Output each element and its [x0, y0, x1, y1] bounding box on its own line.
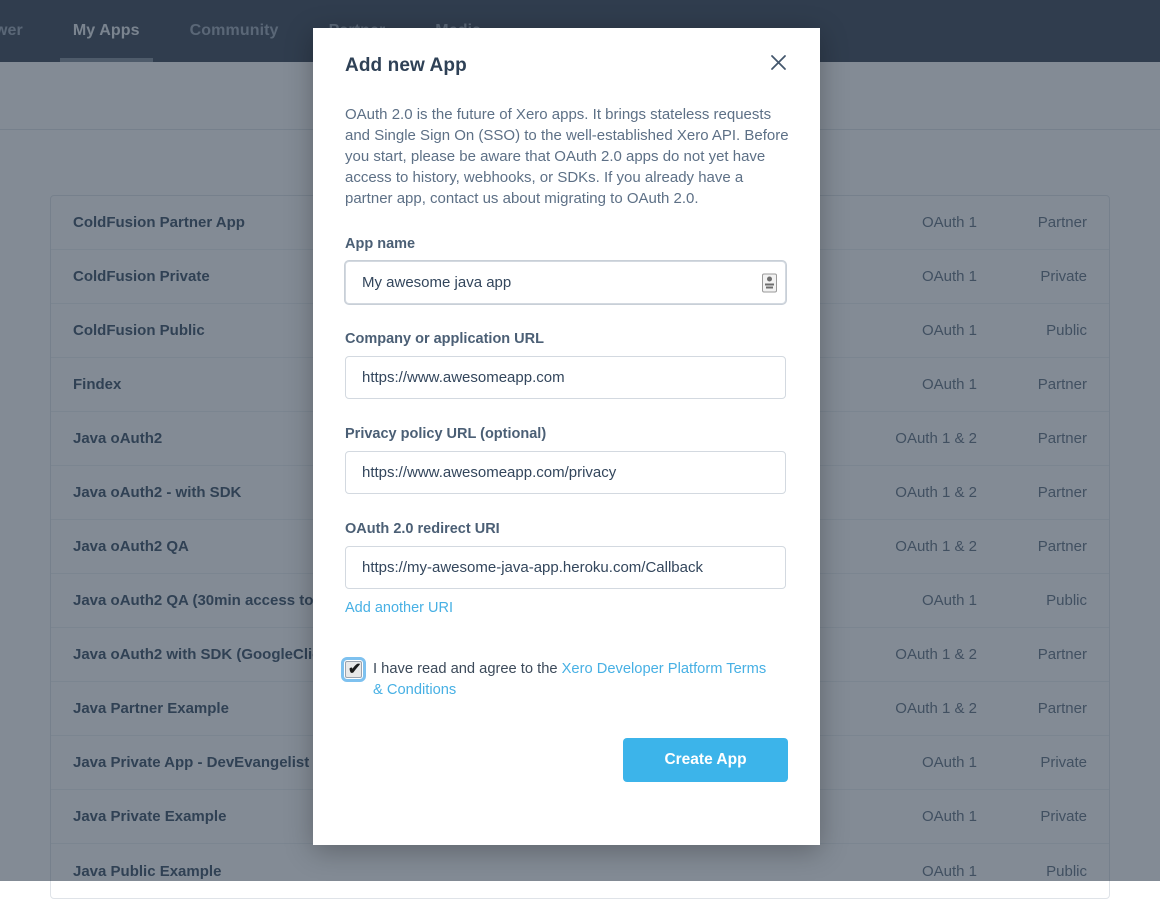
modal-title: Add new App — [345, 55, 467, 77]
autofill-contact-card-icon[interactable] — [762, 273, 777, 292]
app-name-input[interactable] — [345, 261, 786, 304]
modal-footer: Create App — [345, 738, 788, 782]
add-new-app-modal: Add new App OAuth 2.0 is the future of X… — [313, 28, 820, 845]
privacy-url-input[interactable] — [345, 451, 786, 494]
field-label-company-url: Company or application URL — [345, 331, 788, 347]
modal-header: Add new App — [345, 28, 788, 77]
redirect-uri-input[interactable] — [345, 546, 786, 589]
field-label-privacy-url: Privacy policy URL (optional) — [345, 426, 788, 442]
terms-text: I have read and agree to the Xero Develo… — [373, 659, 773, 701]
company-url-input[interactable] — [345, 356, 786, 399]
field-redirect-uri: OAuth 2.0 redirect URI Add another URI — [345, 521, 788, 617]
field-company-url: Company or application URL — [345, 331, 788, 399]
field-privacy-url: Privacy policy URL (optional) — [345, 426, 788, 494]
terms-prefix: I have read and agree to the — [373, 661, 562, 677]
checkmark-icon: ✔ — [348, 660, 361, 679]
modal-intro-text: OAuth 2.0 is the future of Xero apps. It… — [345, 104, 790, 209]
field-label-redirect-uri: OAuth 2.0 redirect URI — [345, 521, 788, 537]
terms-checkbox[interactable]: ✔ — [345, 661, 362, 678]
field-app-name: App name — [345, 236, 788, 304]
terms-agreement-row: ✔ I have read and agree to the Xero Deve… — [345, 659, 788, 701]
create-app-button[interactable]: Create App — [623, 738, 788, 782]
add-another-uri-link[interactable]: Add another URI — [345, 600, 453, 616]
close-icon[interactable] — [769, 53, 788, 72]
field-label-app-name: App name — [345, 236, 788, 252]
